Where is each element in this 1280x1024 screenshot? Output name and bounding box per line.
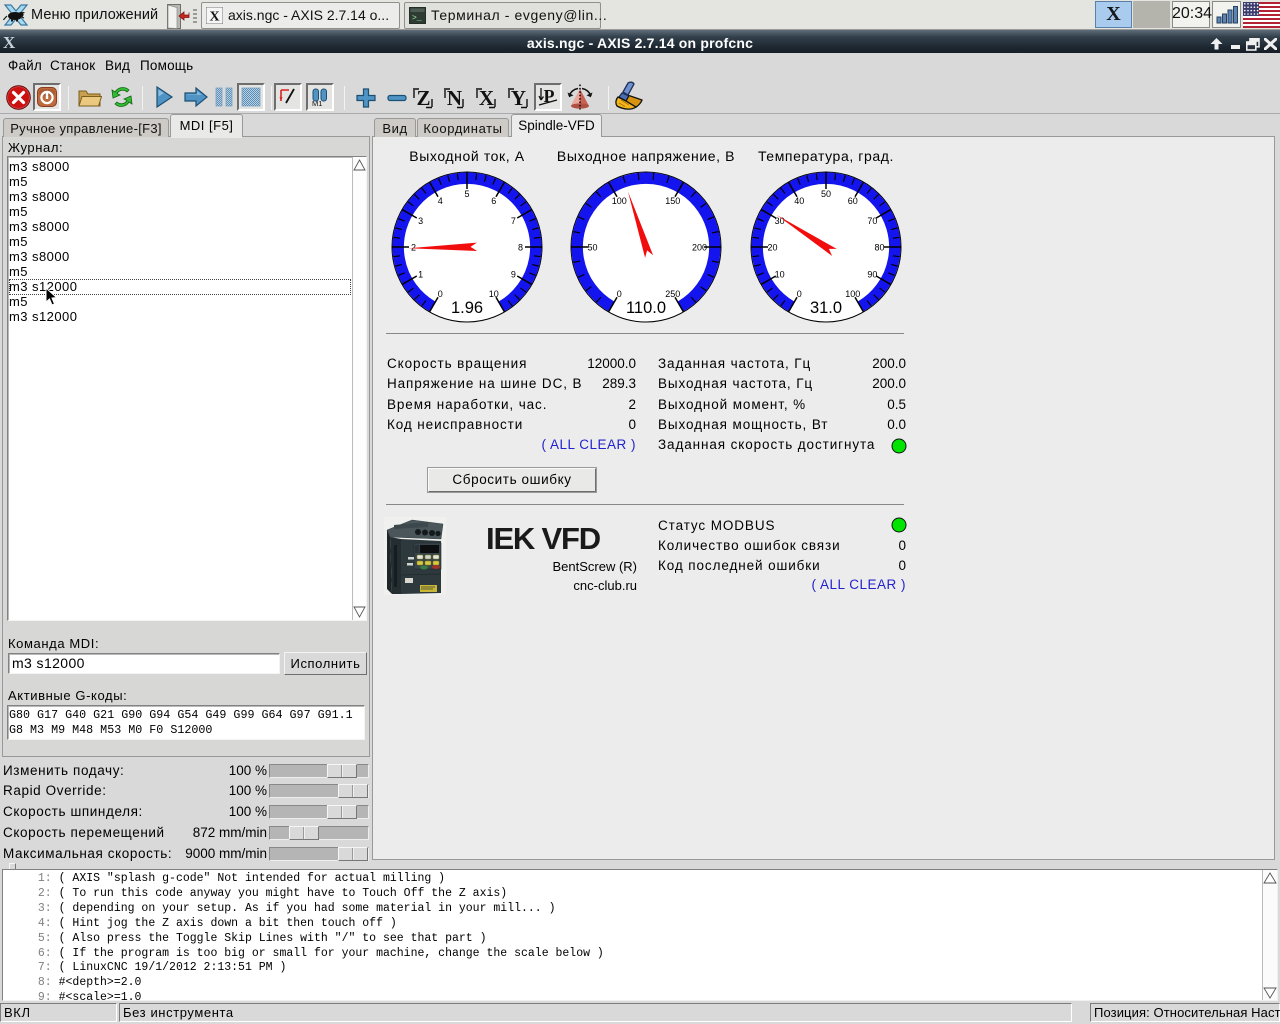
svg-text:5: 5: [464, 189, 469, 199]
svg-text:250: 250: [665, 289, 680, 299]
svg-text:M1: M1: [312, 99, 322, 107]
svg-text:200: 200: [692, 243, 707, 253]
svg-text:>_: >_: [412, 14, 422, 23]
svg-text:150: 150: [665, 196, 680, 206]
svg-text:4: 4: [438, 196, 443, 206]
svg-text:0: 0: [797, 289, 802, 299]
svg-text:3: 3: [418, 216, 423, 226]
svg-text:0: 0: [617, 289, 622, 299]
svg-text:0: 0: [438, 289, 443, 299]
svg-text:70: 70: [867, 216, 877, 226]
svg-text:100: 100: [845, 289, 860, 299]
svg-text:60: 60: [848, 196, 858, 206]
svg-text:2: 2: [411, 243, 416, 253]
svg-text:10: 10: [775, 269, 785, 279]
svg-text:50: 50: [821, 189, 831, 199]
svg-text:100: 100: [612, 196, 627, 206]
svg-text:80: 80: [874, 243, 884, 253]
svg-text:90: 90: [867, 269, 877, 279]
svg-text:1: 1: [418, 269, 423, 279]
svg-text:50: 50: [587, 243, 597, 253]
svg-text:9: 9: [511, 269, 516, 279]
svg-text:X: X: [209, 10, 219, 25]
svg-text:40: 40: [794, 196, 804, 206]
svg-text:30: 30: [775, 216, 785, 226]
svg-text:7: 7: [511, 216, 516, 226]
svg-text:20: 20: [767, 243, 777, 253]
svg-text:8: 8: [518, 243, 523, 253]
svg-text:10: 10: [489, 289, 499, 299]
svg-text:6: 6: [491, 196, 496, 206]
